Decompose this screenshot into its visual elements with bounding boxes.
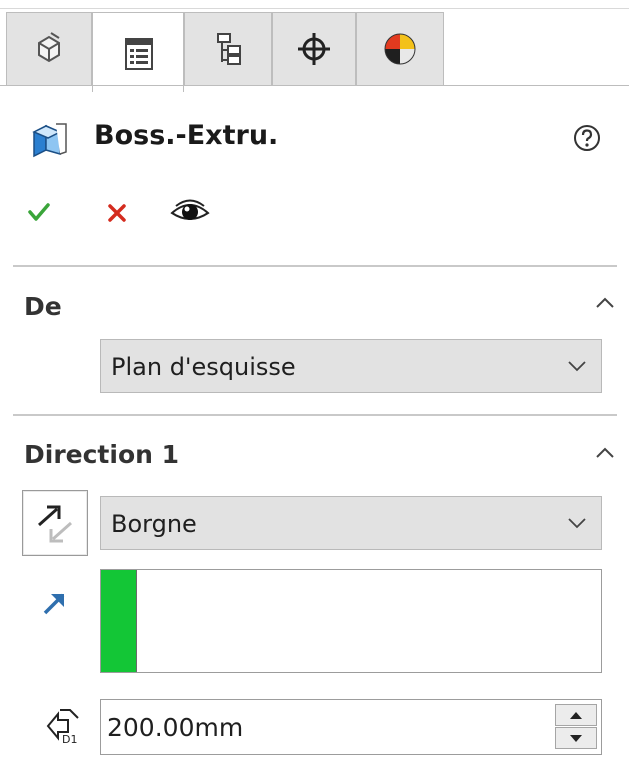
spin-down-button[interactable] [555, 727, 597, 749]
triangle-up-icon [570, 711, 582, 719]
tab-featuremanager[interactable] [6, 12, 92, 86]
dimxpert-target-icon [298, 33, 330, 65]
depth-input-field[interactable] [100, 699, 602, 755]
reverse-direction-icon [38, 505, 72, 543]
triangle-down-icon [570, 734, 582, 742]
svg-text:D1: D1 [62, 733, 77, 746]
end-condition-value: Borgne [111, 510, 197, 538]
property-manager-tabs [0, 0, 629, 92]
selection-color-swatch [101, 570, 137, 672]
tab-propertymanager[interactable] [92, 12, 184, 92]
tabstrip-bottom-border [0, 85, 629, 86]
close-icon[interactable] [104, 200, 130, 226]
start-condition-dropdown[interactable]: Plan d'esquisse [100, 339, 602, 393]
configuration-manager-icon [217, 33, 241, 65]
direction-reference-selection-box[interactable] [100, 569, 602, 673]
chevron-up-icon[interactable] [594, 446, 616, 460]
display-manager-icon [384, 33, 416, 65]
end-condition-dropdown[interactable]: Borgne [100, 496, 602, 550]
start-condition-value: Plan d'esquisse [111, 353, 296, 381]
depth-input[interactable] [107, 710, 537, 744]
tab-configurationmanager[interactable] [184, 12, 272, 86]
group-title-from: De [24, 292, 62, 321]
depth-dimension-icon: D1 [46, 709, 79, 746]
depth-spinner[interactable] [555, 704, 597, 750]
tabstrip-top-border [0, 8, 629, 9]
group-title-direction1: Direction 1 [24, 440, 180, 469]
reverse-direction-button[interactable] [22, 490, 88, 556]
eye-icon[interactable] [168, 195, 212, 229]
extrude-feature-icon [32, 123, 67, 158]
chevron-down-icon [568, 518, 586, 529]
section-divider [13, 414, 617, 416]
chevron-up-icon[interactable] [594, 296, 616, 310]
feature-manager-icon [38, 32, 60, 63]
help-icon[interactable] [572, 123, 602, 153]
direction-arrow-icon [43, 593, 65, 615]
property-manager-icon [125, 37, 153, 70]
tab-dimxpertmanager[interactable] [272, 12, 356, 86]
section-divider [13, 265, 617, 267]
feature-title: Boss.-Extru. [94, 120, 279, 151]
tab-displaymanager[interactable] [356, 12, 444, 86]
checkmark-icon[interactable] [26, 199, 52, 225]
spin-up-button[interactable] [555, 704, 597, 726]
chevron-down-icon [568, 361, 586, 372]
